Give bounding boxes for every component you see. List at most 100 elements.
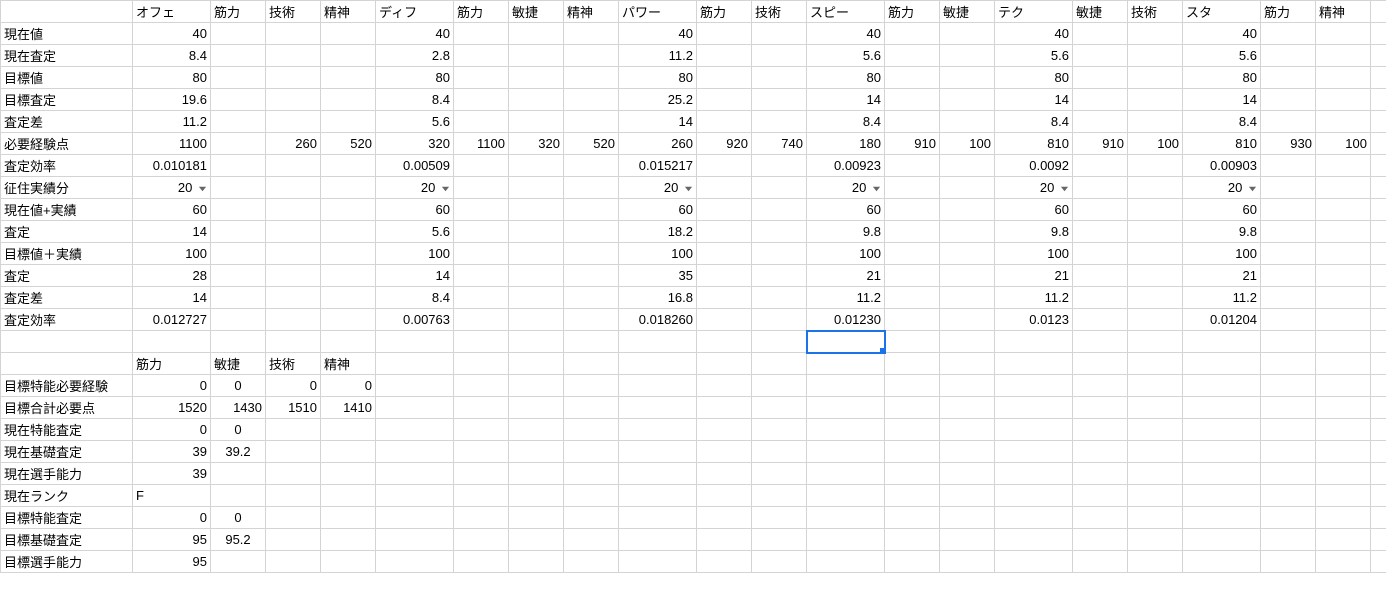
cell[interactable] <box>1128 221 1183 243</box>
cell[interactable] <box>1183 463 1261 485</box>
cell[interactable] <box>940 111 995 133</box>
cell[interactable] <box>1073 529 1128 551</box>
cell[interactable] <box>995 507 1073 529</box>
cell[interactable]: 39 <box>133 463 211 485</box>
cell[interactable]: 0.015217 <box>619 155 697 177</box>
cell[interactable] <box>509 265 564 287</box>
cell[interactable] <box>266 89 321 111</box>
cell[interactable] <box>1073 309 1128 331</box>
cell[interactable]: 現在値+実績 <box>1 199 133 221</box>
cell[interactable] <box>752 353 807 375</box>
cell[interactable] <box>211 199 266 221</box>
cell[interactable] <box>509 67 564 89</box>
cell[interactable]: 敏捷 <box>1073 1 1128 23</box>
cell[interactable] <box>995 485 1073 507</box>
cell[interactable] <box>211 89 266 111</box>
cell[interactable] <box>697 397 752 419</box>
cell[interactable] <box>995 375 1073 397</box>
cell[interactable] <box>619 551 697 573</box>
cell[interactable] <box>321 441 376 463</box>
cell[interactable] <box>454 441 509 463</box>
cell[interactable]: 910 <box>885 133 940 155</box>
cell[interactable]: 21 <box>807 265 885 287</box>
cell[interactable] <box>376 507 454 529</box>
cell[interactable]: 8.4 <box>133 45 211 67</box>
cell[interactable] <box>1183 419 1261 441</box>
cell[interactable]: 0.010181 <box>133 155 211 177</box>
cell[interactable]: 40 <box>133 23 211 45</box>
cell[interactable] <box>940 507 995 529</box>
cell[interactable]: 2.8 <box>376 45 454 67</box>
cell[interactable] <box>376 353 454 375</box>
cell[interactable]: 520 <box>321 133 376 155</box>
cell[interactable] <box>266 287 321 309</box>
cell[interactable] <box>1316 507 1371 529</box>
cell[interactable]: 筋力 <box>133 353 211 375</box>
cell[interactable]: パワー <box>619 1 697 23</box>
cell[interactable] <box>564 221 619 243</box>
cell[interactable] <box>1 331 133 353</box>
cell[interactable] <box>1371 67 1386 89</box>
cell[interactable] <box>752 419 807 441</box>
cell[interactable] <box>376 551 454 573</box>
cell[interactable] <box>564 199 619 221</box>
cell[interactable] <box>1371 111 1386 133</box>
cell[interactable] <box>1261 353 1316 375</box>
cell[interactable]: 8.4 <box>376 89 454 111</box>
cell[interactable] <box>1128 89 1183 111</box>
cell[interactable] <box>619 331 697 353</box>
cell[interactable] <box>266 243 321 265</box>
cell[interactable]: 現在基礎査定 <box>1 441 133 463</box>
cell[interactable] <box>1316 89 1371 111</box>
cell[interactable] <box>885 309 940 331</box>
cell[interactable] <box>885 507 940 529</box>
cell[interactable] <box>1183 397 1261 419</box>
cell[interactable] <box>454 177 509 199</box>
cell[interactable] <box>321 199 376 221</box>
cell[interactable] <box>1128 397 1183 419</box>
cell[interactable] <box>211 287 266 309</box>
cell[interactable] <box>619 463 697 485</box>
cell[interactable] <box>1261 111 1316 133</box>
cell[interactable] <box>211 111 266 133</box>
cell[interactable]: 9.8 <box>807 221 885 243</box>
cell[interactable] <box>454 45 509 67</box>
cell[interactable]: 0 <box>211 507 266 529</box>
cell[interactable] <box>1261 397 1316 419</box>
cell[interactable] <box>211 177 266 199</box>
cell[interactable] <box>509 199 564 221</box>
cell[interactable]: 320 <box>509 133 564 155</box>
cell[interactable] <box>211 133 266 155</box>
cell[interactable] <box>509 441 564 463</box>
cell[interactable]: 筋力 <box>697 1 752 23</box>
cell[interactable] <box>1371 265 1386 287</box>
cell[interactable] <box>564 45 619 67</box>
cell[interactable] <box>807 375 885 397</box>
cell[interactable] <box>266 111 321 133</box>
cell[interactable] <box>1261 331 1316 353</box>
cell[interactable] <box>1128 485 1183 507</box>
cell[interactable]: 査定効率 <box>1 309 133 331</box>
cell[interactable] <box>454 419 509 441</box>
cell[interactable] <box>1183 529 1261 551</box>
cell[interactable]: 0.018260 <box>619 309 697 331</box>
cell[interactable] <box>752 331 807 353</box>
cell[interactable] <box>885 155 940 177</box>
cell[interactable] <box>1371 397 1386 419</box>
cell[interactable] <box>752 45 807 67</box>
cell[interactable] <box>1371 507 1386 529</box>
cell[interactable] <box>564 111 619 133</box>
cell[interactable]: 1510 <box>266 397 321 419</box>
cell[interactable] <box>1261 177 1316 199</box>
cell[interactable] <box>1073 397 1128 419</box>
cell[interactable] <box>321 221 376 243</box>
cell[interactable] <box>1371 23 1386 45</box>
cell[interactable]: 100 <box>1183 243 1261 265</box>
cell[interactable]: 0.012727 <box>133 309 211 331</box>
cell[interactable]: 830 <box>1371 133 1386 155</box>
cell[interactable]: 8.4 <box>1183 111 1261 133</box>
cell[interactable] <box>1261 23 1316 45</box>
cell[interactable] <box>376 397 454 419</box>
cell[interactable] <box>454 199 509 221</box>
cell[interactable]: 現在選手能力 <box>1 463 133 485</box>
